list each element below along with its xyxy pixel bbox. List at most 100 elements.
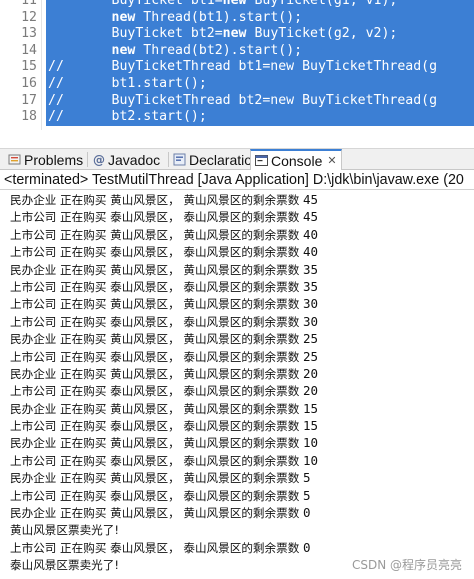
code-token: Thread(bt1).start(); — [135, 9, 303, 25]
console-line: 上市公司 正在购买 黄山风景区， 黄山风景区的剩余票数 40 — [10, 226, 474, 243]
console-line: 上市公司 正在购买 泰山风景区， 泰山风景区的剩余票数 45 — [10, 208, 474, 225]
code-text: // BuyTicketThread bt1=new BuyTicketThre… — [46, 59, 474, 76]
console-line-count: 40 — [303, 226, 319, 242]
console-line-text: 上市公司 正在购买 黄山风景区， 黄山风景区的剩余票数 — [10, 227, 303, 242]
console-line-count: 20 — [303, 365, 319, 381]
console-line-count: 35 — [303, 278, 319, 294]
code-keyword: new — [111, 9, 136, 25]
line-number: 12 — [0, 9, 37, 27]
console-output[interactable]: 民办企业 正在购买 黄山风景区， 黄山风景区的剩余票数 45 上市公司 正在购买 … — [0, 190, 474, 579]
console-line-text: 上市公司 正在购买 泰山风景区， 泰山风景区的剩余票数 — [10, 210, 303, 225]
problems-icon — [8, 153, 21, 166]
console-line-count: 5 — [303, 487, 311, 503]
console-line-text: 上市公司 正在购买 泰山风景区， 泰山风景区的剩余票数 — [10, 419, 303, 434]
tab-label: Console — [271, 152, 323, 169]
code-keyword: new — [111, 42, 136, 58]
line-number: 16 — [0, 75, 37, 93]
line-number: 13 — [0, 26, 37, 43]
console-line: 民办企业 正在购买 黄山风景区， 黄山风景区的剩余票数 15 — [10, 400, 474, 417]
tab-label: Problems — [24, 151, 84, 168]
console-line-count: 15 — [303, 400, 319, 416]
console-line-text: 上市公司 正在购买 泰山风景区， 泰山风景区的剩余票数 — [10, 245, 303, 260]
code-token: // bt1.start(); — [48, 75, 207, 91]
console-line-count: 45 — [303, 209, 319, 225]
console-process-status: <terminated> TestMutilThread [Java Appli… — [0, 171, 474, 190]
console-line: 民办企业 正在购买 黄山风景区， 黄山风景区的剩余票数 35 — [10, 261, 474, 278]
tab-label: Javadoc — [108, 151, 161, 168]
console-line: 上市公司 正在购买 泰山风景区， 泰山风景区的剩余票数 35 — [10, 278, 474, 295]
view-tab-bar: Problems @ Javadoc Declaration Console ✕ — [0, 148, 474, 170]
console-line-text: 上市公司 正在购买 泰山风景区， 泰山风景区的剩余票数 — [10, 349, 303, 364]
tab-javadoc[interactable]: @ Javadoc — [88, 149, 164, 170]
console-line-text: 民办企业 正在购买 黄山风景区， 黄山风景区的剩余票数 — [10, 471, 303, 486]
console-line-text: 民办企业 正在购买 黄山风景区， 黄山风景区的剩余票数 — [10, 506, 303, 521]
console-line-text: 民办企业 正在购买 黄山风景区， 黄山风景区的剩余票数 — [10, 193, 303, 207]
console-line-text: 上市公司 正在购买 泰山风景区， 泰山风景区的剩余票数 — [10, 488, 303, 503]
watermark: CSDN @程序员亮亮 — [351, 558, 462, 572]
console-line-text: 民办企业 正在购买 黄山风景区， 黄山风景区的剩余票数 — [10, 436, 303, 451]
code-keyword: new — [222, 0, 247, 8]
console-line-count: 30 — [303, 296, 319, 312]
code-keyword: new — [222, 26, 247, 42]
console-line: 上市公司 正在购买 泰山风景区， 泰山风景区的剩余票数 10 — [10, 452, 474, 469]
line-number: 17 — [0, 92, 37, 110]
declaration-icon — [173, 153, 186, 166]
code-token: // BuyTicketThread bt2=new BuyTicketThre… — [48, 92, 438, 108]
console-line-text: 黄山风景区票卖光了! — [10, 523, 119, 538]
console-line-text: 上市公司 正在购买 泰山风景区， 泰山风景区的剩余票数 — [10, 279, 303, 294]
console-line-count: 0 — [303, 539, 311, 555]
console-line-count: 40 — [303, 244, 319, 260]
console-line-count: 45 — [303, 192, 319, 207]
code-line: 13 BuyTicket bt2=new BuyTicket(g2, v2); — [0, 26, 474, 43]
code-text: new Thread(bt1).start(); — [46, 9, 474, 27]
code-token: BuyTicket(g2, v2); — [246, 26, 398, 42]
line-number: 15 — [0, 59, 37, 76]
console-line-count: 10 — [303, 435, 319, 451]
console-line: 上市公司 正在购买 泰山风景区， 泰山风景区的剩余票数 40 — [10, 243, 474, 260]
code-text: BuyTicket bt1=new BuyTicket(g1, v1); — [46, 0, 474, 10]
console-line-count: 30 — [303, 313, 319, 329]
console-line: 上市公司 正在购买 泰山风景区， 泰山风景区的剩余票数 0 — [10, 539, 474, 556]
code-editor[interactable]: 11 BuyTicket bt1=new BuyTicket(g1, v1); 1… — [0, 0, 474, 130]
console-icon — [255, 154, 268, 167]
close-icon[interactable]: ✕ — [327, 154, 336, 167]
line-number: 18 — [0, 109, 37, 126]
console-line: 上市公司 正在购买 黄山风景区， 黄山风景区的剩余票数 30 — [10, 295, 474, 312]
code-line: 12 new Thread(bt1).start(); — [0, 9, 474, 27]
console-line-text: 泰山风景区票卖光了! — [10, 558, 119, 573]
code-token: Thread(bt2).start(); — [135, 42, 303, 58]
console-line-count: 20 — [303, 383, 319, 399]
console-line: 上市公司 正在购买 泰山风景区， 泰山风景区的剩余票数 25 — [10, 348, 474, 365]
console-line: 民办企业 正在购买 黄山风景区， 黄山风景区的剩余票数 5 — [10, 469, 474, 486]
code-text: BuyTicket bt2=new BuyTicket(g2, v2); — [46, 26, 474, 43]
console-line-count: 25 — [303, 331, 319, 347]
tab-problems[interactable]: Problems — [4, 149, 87, 170]
console-line-count: 10 — [303, 452, 319, 468]
console-line-text: 上市公司 正在购买 黄山风景区， 黄山风景区的剩余票数 — [10, 297, 303, 312]
code-line: 16 // bt1.start(); — [0, 75, 474, 93]
code-token: BuyTicket(g1, v1); — [246, 0, 398, 8]
code-text: // BuyTicketThread bt2=new BuyTicketThre… — [46, 92, 474, 110]
console-line: 上市公司 正在购买 泰山风景区， 泰山风景区的剩余票数 15 — [10, 417, 474, 434]
console-line: 民办企业 正在购买 黄山风景区， 黄山风景区的剩余票数 25 — [10, 330, 474, 347]
code-text: // bt2.start(); — [46, 109, 474, 126]
console-line-text: 上市公司 正在购买 泰山风景区， 泰山风景区的剩余票数 — [10, 540, 303, 555]
console-line-count: 15 — [303, 418, 319, 434]
code-line: 17 // BuyTicketThread bt2=new BuyTicketTh… — [0, 92, 474, 110]
tab-console[interactable]: Console ✕ — [250, 149, 342, 170]
console-line-text: 上市公司 正在购买 泰山风景区， 泰山风景区的剩余票数 — [10, 314, 303, 329]
console-line: 民办企业 正在购买 黄山风景区， 黄山风景区的剩余票数 45 — [10, 191, 474, 208]
console-line-text: 上市公司 正在购买 泰山风景区， 泰山风景区的剩余票数 — [10, 453, 303, 468]
console-line-count: 0 — [303, 505, 311, 521]
console-line: 上市公司 正在购买 泰山风景区， 泰山风景区的剩余票数 30 — [10, 313, 474, 330]
console-line: 黄山风景区票卖光了! — [10, 521, 474, 538]
console-line-text: 民办企业 正在购买 黄山风景区， 黄山风景区的剩余票数 — [10, 332, 303, 347]
console-line: 民办企业 正在购买 黄山风景区， 黄山风景区的剩余票数 10 — [10, 434, 474, 451]
console-line: 上市公司 正在购买 泰山风景区， 泰山风景区的剩余票数 5 — [10, 487, 474, 504]
console-line-count: 5 — [303, 470, 311, 486]
code-token: BuyTicket bt1= — [48, 0, 223, 8]
code-text: new Thread(bt2).start(); — [46, 42, 474, 60]
console-line-text: 民办企业 正在购买 黄山风景区， 黄山风景区的剩余票数 — [10, 262, 303, 277]
